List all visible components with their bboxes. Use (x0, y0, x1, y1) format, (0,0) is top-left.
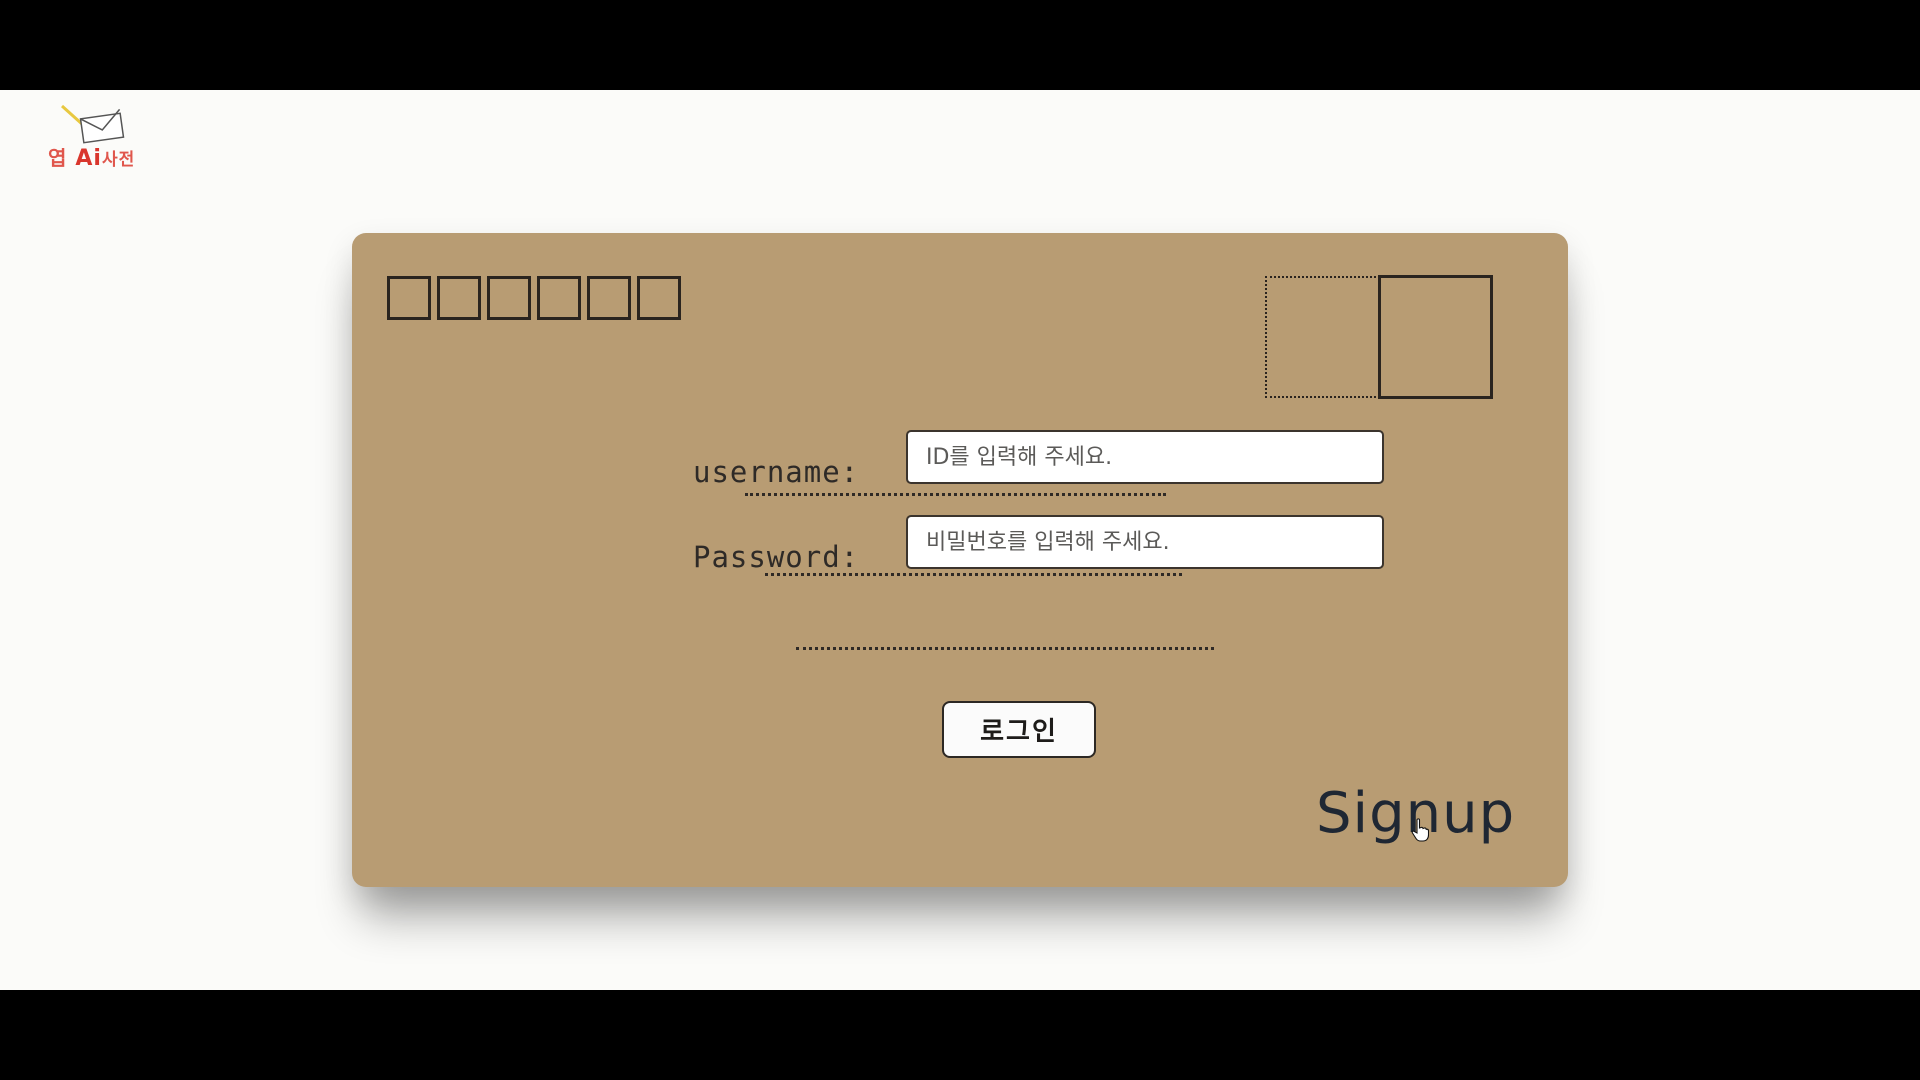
postal-code-box (637, 276, 681, 320)
dotted-divider (745, 493, 1166, 496)
postal-code-box (387, 276, 431, 320)
postal-code-box (487, 276, 531, 320)
username-input[interactable] (906, 430, 1384, 484)
logo-text: 엽 Ai사전 (48, 142, 135, 171)
username-label: username: (693, 455, 860, 489)
logo-text-ai: Ai (75, 146, 102, 171)
page-background: 엽 Ai사전 username: Password: 로그인 Signup (0, 90, 1920, 990)
dotted-divider (796, 647, 1214, 650)
password-label: Password: (693, 540, 860, 574)
logo-text-left: 엽 (48, 146, 68, 170)
postal-code-box (587, 276, 631, 320)
login-button[interactable]: 로그인 (942, 701, 1096, 758)
hand-cursor-icon (1411, 818, 1429, 842)
postal-code-box (537, 276, 581, 320)
stamp-placeholder-dotted (1265, 276, 1380, 398)
stamp-box (1378, 275, 1493, 399)
dotted-divider (765, 573, 1182, 576)
logo-text-right: 사전 (101, 150, 136, 170)
password-input[interactable] (906, 515, 1384, 569)
postal-code-boxes (387, 276, 685, 320)
envelope-card: username: Password: 로그인 Signup (352, 233, 1568, 887)
postal-code-box (437, 276, 481, 320)
